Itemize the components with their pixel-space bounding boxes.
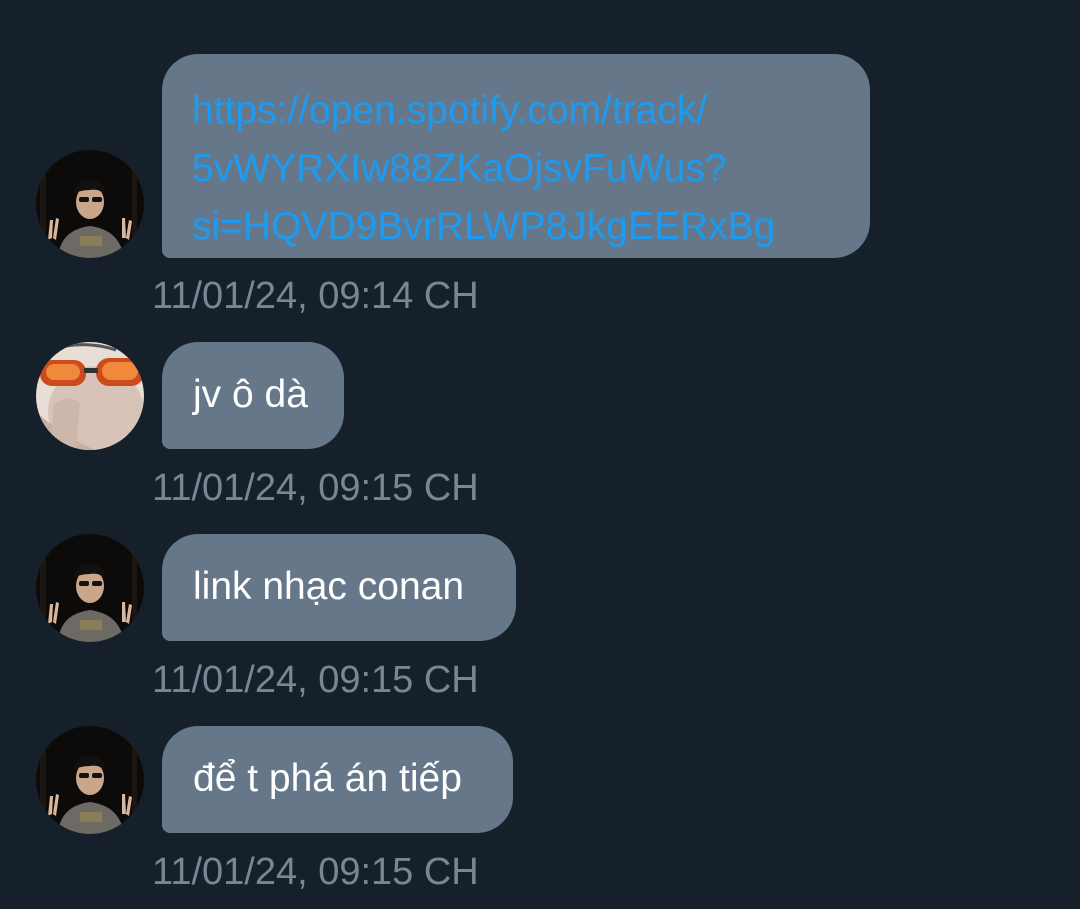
dm-conversation: https://open.spotify.com/track/ 5vWYRXIw… xyxy=(0,0,1080,909)
message-timestamp: 11/01/24, 09:15 CH xyxy=(152,467,479,509)
avatar[interactable] xyxy=(36,342,144,450)
message-timestamp: 11/01/24, 09:15 CH xyxy=(152,851,479,893)
message-bubble[interactable]: để t phá án tiếp xyxy=(162,726,513,833)
message-bubble[interactable]: link nhạc conan xyxy=(162,534,516,641)
profile-photo-icon xyxy=(36,342,144,450)
avatar[interactable] xyxy=(36,150,144,258)
message-bubble-link[interactable]: https://open.spotify.com/track/ 5vWYRXIw… xyxy=(162,54,870,258)
message-bubble[interactable]: jv ô dà xyxy=(162,342,344,449)
message-timestamp: 11/01/24, 09:15 CH xyxy=(152,659,479,701)
profile-photo-icon xyxy=(36,150,144,258)
message-timestamp: 11/01/24, 09:14 CH xyxy=(152,275,479,317)
spotify-link-line-3[interactable]: si=HQVD9BvrRLWP8JkgEERxBg xyxy=(192,198,840,256)
spotify-link-line-1[interactable]: https://open.spotify.com/track/ xyxy=(192,82,840,140)
profile-photo-icon xyxy=(36,726,144,834)
avatar[interactable] xyxy=(36,534,144,642)
profile-photo-icon xyxy=(36,534,144,642)
spotify-link-line-2[interactable]: 5vWYRXIw88ZKaOjsvFuWus? xyxy=(192,140,840,198)
avatar[interactable] xyxy=(36,726,144,834)
